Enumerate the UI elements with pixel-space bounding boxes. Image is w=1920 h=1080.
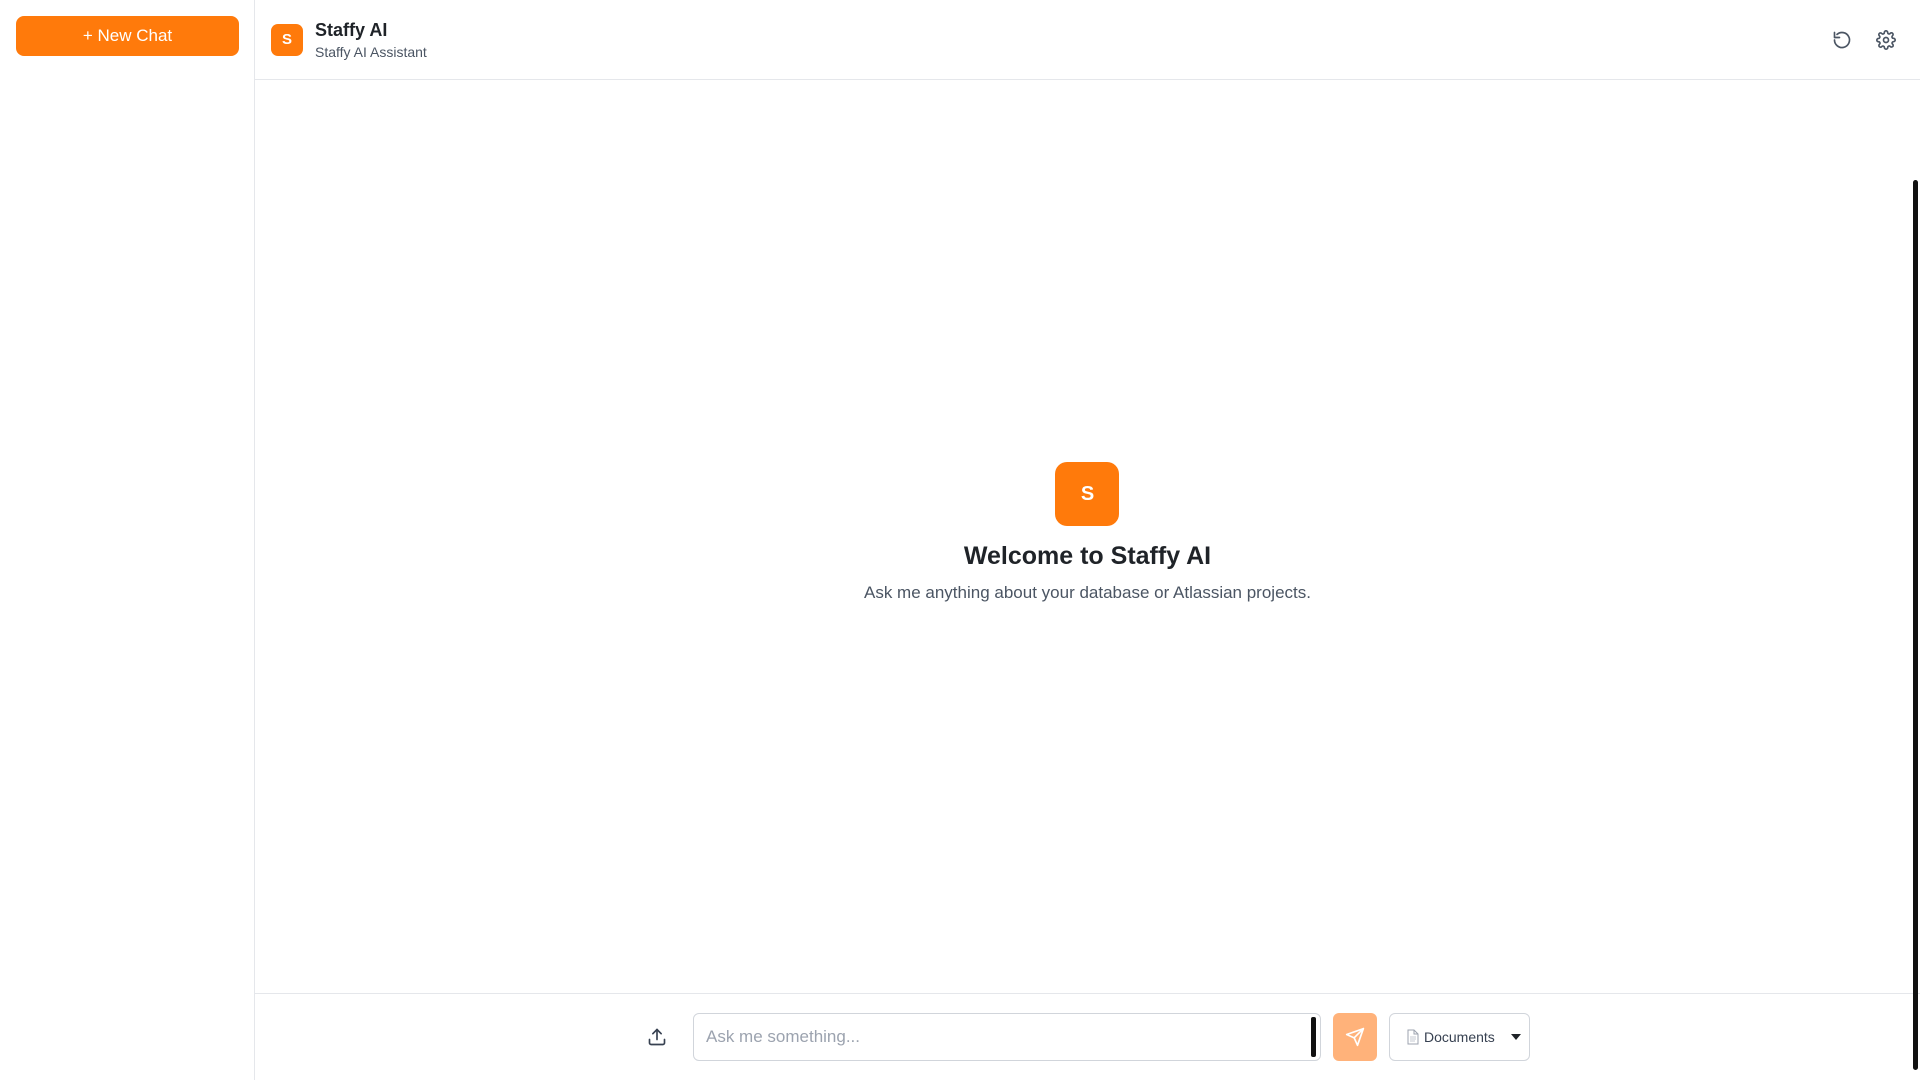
send-button[interactable] <box>1333 1013 1377 1061</box>
sidebar: + New Chat <box>0 0 255 1080</box>
welcome-panel: S Welcome to Staffy AI Ask me anything a… <box>864 462 1311 603</box>
document-icon <box>1407 1029 1419 1045</box>
send-icon <box>1345 1027 1365 1047</box>
new-chat-button[interactable]: + New Chat <box>16 16 239 56</box>
source-select-value: Documents <box>1424 1029 1495 1045</box>
upload-icon <box>648 1028 666 1046</box>
welcome-title: Welcome to Staffy AI <box>963 542 1212 570</box>
refresh-icon <box>1833 31 1851 48</box>
brand: S Staffy AI Staffy AI Assistant <box>271 20 427 60</box>
refresh-button[interactable] <box>1828 26 1856 54</box>
header: S Staffy AI Staffy AI Assistant <box>255 0 1920 80</box>
composer: Documents <box>255 993 1920 1080</box>
chat-scrollbar[interactable] <box>1913 180 1918 1070</box>
composer-inner: Documents <box>637 1013 1530 1061</box>
main-panel: S Staffy AI Staffy AI Assistant S Welcom… <box>255 0 1920 1080</box>
brand-avatar: S <box>271 23 303 56</box>
chat-area: S Welcome to Staffy AI Ask me anything a… <box>255 80 1920 1070</box>
chevron-down-icon <box>1511 1034 1521 1040</box>
welcome-avatar: S <box>1055 462 1120 526</box>
source-select[interactable]: Documents <box>1389 1013 1530 1061</box>
brand-text: Staffy AI Staffy AI Assistant <box>315 20 427 60</box>
header-actions <box>1828 26 1900 54</box>
chat-input-wrapper <box>693 1013 1321 1061</box>
page-subtitle: Staffy AI Assistant <box>315 43 427 60</box>
source-select-label: Documents <box>1406 1029 1495 1045</box>
chat-input[interactable] <box>694 1014 1320 1060</box>
upload-button[interactable] <box>637 1017 677 1057</box>
welcome-subtitle: Ask me anything about your database or A… <box>864 583 1311 602</box>
input-scrollbar[interactable] <box>1311 1017 1316 1057</box>
gear-icon <box>1876 29 1896 50</box>
page-title: Staffy AI <box>315 19 388 40</box>
settings-button[interactable] <box>1872 26 1900 54</box>
app-root: + New Chat S Staffy AI Staffy AI Assista… <box>0 0 1920 1080</box>
